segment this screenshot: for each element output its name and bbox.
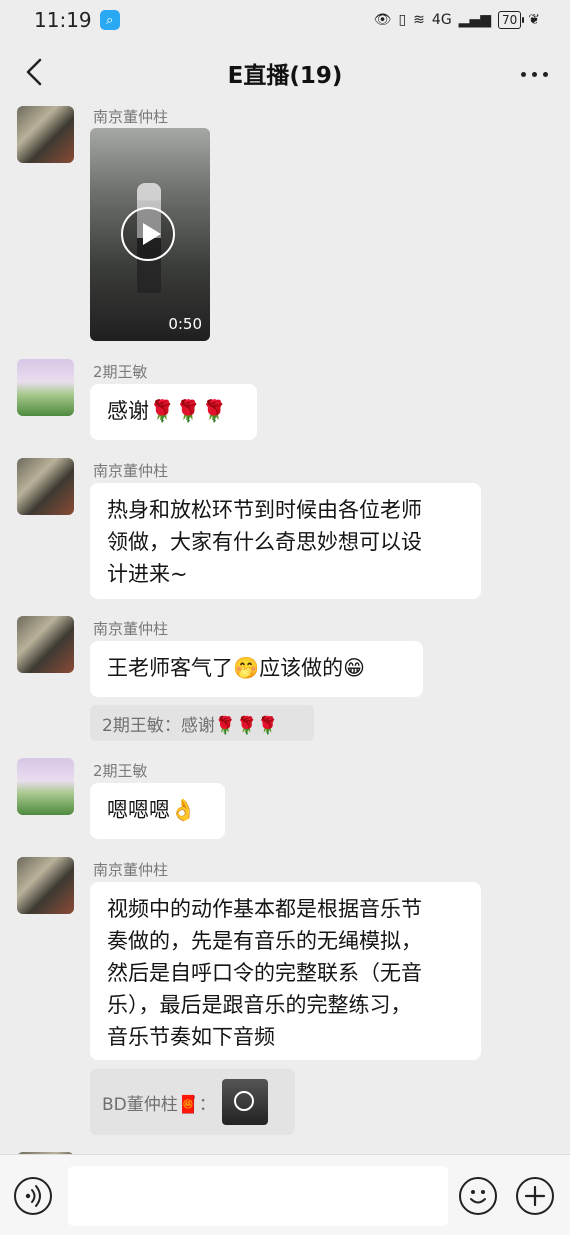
message-bubble[interactable]: 视频中的动作基本都是根据音乐节 奏做的，先是有音乐的无绳模拟， 然后是自呼口令的… (90, 882, 481, 1060)
network-label: 4G (431, 12, 452, 28)
signal-icon: ▂▄▆ (458, 12, 491, 28)
message-line: 视频中的动作基本都是根据音乐节 (107, 897, 422, 921)
leaf-icon: ❦ (528, 12, 540, 28)
avatar[interactable] (17, 758, 74, 815)
message-line: 奏做的，先是有音乐的无绳模拟， (107, 929, 422, 953)
battery-icon: 70 (497, 11, 525, 29)
back-button[interactable] (14, 52, 54, 92)
eye-icon: 👁 (373, 12, 392, 28)
status-time: 11:19 (34, 8, 92, 32)
more-dots-icon (521, 71, 526, 77)
avatar[interactable] (17, 616, 74, 673)
sender-name: 南京董仲柱 (93, 462, 169, 480)
video-duration: 0:50 (168, 315, 202, 333)
sender-name: 2期王敏 (93, 363, 148, 381)
wifi-icon: ≋ (413, 12, 425, 28)
avatar[interactable] (17, 857, 74, 914)
nav-bar: E直播(19) (0, 40, 570, 106)
video-message[interactable]: 0:50 (90, 128, 210, 341)
message-input[interactable] (68, 1166, 448, 1226)
message-bubble[interactable]: 感谢🌹🌹🌹 (90, 384, 257, 440)
app-search-icon: ⌕ (99, 10, 120, 30)
more-button[interactable] (521, 54, 548, 94)
avatar[interactable] (17, 106, 74, 163)
message-bubble[interactable]: 嗯嗯嗯👌 (90, 783, 225, 839)
sender-name: 南京董仲柱 (93, 108, 169, 126)
quoted-reply[interactable]: 2期王敏：感谢🌹🌹🌹 (90, 705, 314, 741)
quote-text: BD董仲柱🧧： (102, 1094, 216, 1115)
chat-title: E直播(19) (227, 63, 343, 89)
vibrate-icon: ▯ (398, 12, 407, 28)
message-bubble[interactable]: 王老师客气了🤭应该做的😁 (90, 641, 423, 697)
battery-level: 70 (501, 13, 518, 27)
message-line: 然后是自呼口令的完整联系（无音 (107, 961, 422, 985)
message-line: 计进来~ (107, 562, 188, 586)
input-bar (0, 1154, 570, 1235)
status-left: 11:19 ⌕ (34, 8, 120, 32)
emoji-button[interactable] (459, 1177, 497, 1215)
chat-list[interactable]: 南京董仲柱 0:50 2期王敏 感谢🌹🌹🌹 南京董仲柱 热身和放松环节到时候由各… (0, 106, 570, 1154)
status-right: 👁 ▯ ≋ 4G ▂▄▆ 70 ❦ (374, 11, 540, 29)
voice-button[interactable] (14, 1177, 52, 1215)
sender-name: 南京董仲柱 (93, 861, 169, 879)
message-line: 热身和放松环节到时候由各位老师 (107, 498, 422, 522)
sender-name: 南京董仲柱 (93, 620, 169, 638)
chevron-left-icon (26, 58, 42, 86)
message-line: 乐），最后是跟音乐的完整练习， (107, 993, 412, 1017)
sender-name: 2期王敏 (93, 762, 148, 780)
message-line: 领做，大家有什么奇思妙想可以设 (107, 530, 422, 554)
status-bar: 11:19 ⌕ 👁 ▯ ≋ 4G ▂▄▆ 70 ❦ (0, 0, 570, 40)
plus-button[interactable] (516, 1177, 554, 1215)
avatar[interactable] (17, 458, 74, 515)
video-thumbnail-icon (221, 1079, 268, 1125)
smiley-icon (470, 1190, 486, 1204)
quoted-reply[interactable]: BD董仲柱🧧： (90, 1069, 295, 1135)
play-icon (121, 207, 175, 261)
message-line: 音乐节奏如下音频 (107, 1025, 275, 1049)
avatar[interactable] (17, 359, 74, 416)
plus-icon (524, 1185, 546, 1207)
voice-icon (25, 1185, 41, 1207)
message-bubble[interactable]: 热身和放松环节到时候由各位老师 领做，大家有什么奇思妙想可以设 计进来~ (90, 483, 481, 599)
